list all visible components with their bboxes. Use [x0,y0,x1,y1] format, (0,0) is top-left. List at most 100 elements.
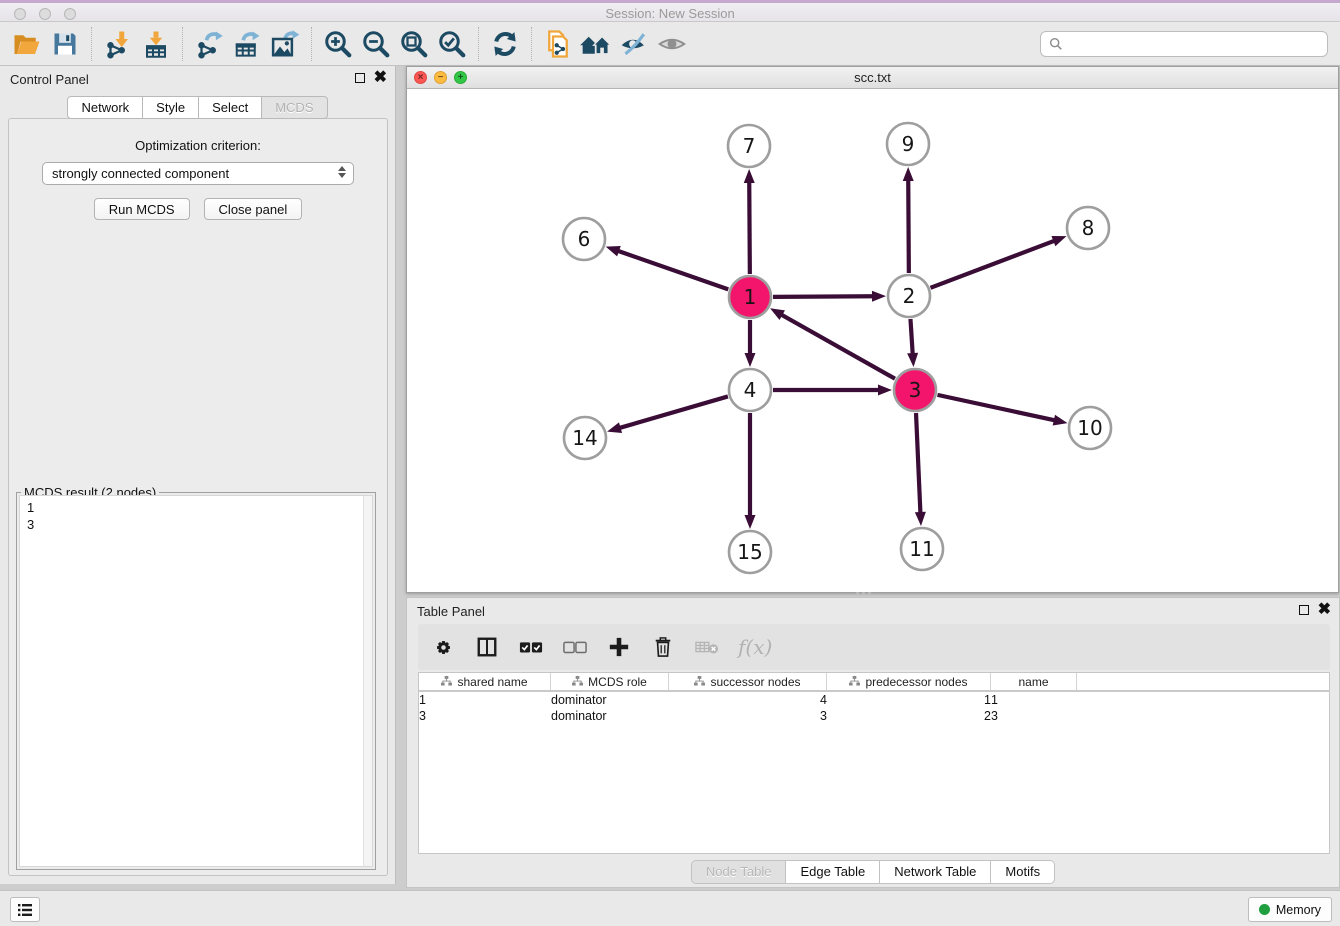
delete-table-icon[interactable] [694,634,720,660]
graph-node-label: 9 [902,132,915,156]
column-settings-icon[interactable] [430,634,456,660]
close-panel-icon[interactable]: ✖ [374,73,387,83]
graph-edge-1-7[interactable] [749,182,750,274]
column-header-shared-name[interactable]: shared name [419,673,551,690]
export-image-icon[interactable] [266,25,304,63]
graph-edge-arrowhead [907,353,918,367]
graph-node-label: 2 [903,284,916,308]
import-network-from-file-icon[interactable] [99,25,137,63]
table-cell: 3 [991,708,1077,724]
table-tab-motifs[interactable]: Motifs [991,860,1055,884]
graph-edge-2-8[interactable] [931,241,1055,288]
deselect-all-columns-icon[interactable] [562,634,588,660]
search-input[interactable] [1063,37,1313,52]
graph-edge-1-6[interactable] [618,251,728,290]
mcds-result-line: 1 [27,499,365,516]
graph-edge-2-3[interactable] [910,319,912,354]
close-table-panel-icon[interactable]: ✖ [1318,605,1331,615]
first-neighbors-icon[interactable] [577,25,615,63]
optimization-criterion-select[interactable]: strongly connected component [42,162,354,185]
memory-status-icon [1259,904,1270,915]
graph-edge-3-10[interactable] [937,395,1054,420]
graph-edge-4-14[interactable] [620,396,728,428]
mcds-result-lines: 13 [20,496,372,536]
table-cell: 1 [991,692,1077,708]
float-panel-icon[interactable] [355,73,365,83]
function-builder-icon[interactable]: f(x) [738,634,772,660]
splitpane-divider-handle[interactable] [852,591,874,596]
graph-edge-arrowhead [872,291,886,302]
control-panel-tabs: NetworkStyleSelectMCDS [0,96,395,119]
mcds-result-group: MCDS result (2 nodes) 13 [16,492,376,870]
graph-edge-arrowhead [607,422,622,433]
column-header-predecessor-nodes[interactable]: predecessor nodes [827,673,991,690]
save-session-icon[interactable] [46,25,84,63]
graph-edge-arrowhead [1051,236,1066,246]
open-session-icon[interactable] [8,25,46,63]
search-field[interactable] [1040,31,1328,57]
column-chooser-icon[interactable] [474,634,500,660]
graph-edge-2-9[interactable] [908,180,909,273]
graph-edge-arrowhead [915,512,926,526]
delete-column-icon[interactable] [650,634,676,660]
network-window-title: scc.txt [407,70,1338,85]
table-row[interactable]: 1dominator411 [419,692,1329,708]
table-tab-network-table[interactable]: Network Table [880,860,991,884]
column-header-MCDS-role[interactable]: MCDS role [551,673,669,690]
graph-edge-3-1[interactable] [781,315,895,379]
graph-node-label: 10 [1077,416,1102,440]
network-window-titlebar[interactable]: × − + scc.txt [407,67,1338,89]
export-table-icon[interactable] [228,25,266,63]
control-tab-mcds[interactable]: MCDS [262,96,327,119]
network-graph[interactable]: 7968124314101511 [407,89,1338,592]
run-mcds-button[interactable]: Run MCDS [94,198,190,220]
column-header-successor-nodes[interactable]: successor nodes [669,673,827,690]
control-tab-style[interactable]: Style [143,96,199,119]
graph-edge-arrowhead [744,169,755,183]
node-table[interactable]: shared nameMCDS rolesuccessor nodesprede… [418,672,1330,854]
memory-button[interactable]: Memory [1248,897,1332,922]
result-scrollbar[interactable] [363,496,372,866]
control-panel-title: Control Panel [10,72,89,87]
toolbar-separator [311,27,312,61]
column-header-name[interactable]: name [991,673,1077,690]
graph-edge-arrowhead [770,308,785,320]
close-panel-button[interactable]: Close panel [204,198,303,220]
task-history-button[interactable] [10,897,40,922]
control-tab-select[interactable]: Select [199,96,262,119]
mcds-panel: Optimization criterion: strongly connect… [8,118,388,876]
list-icon [17,903,33,917]
optimization-criterion-label: Optimization criterion: [9,138,387,153]
graph-node-label: 11 [909,537,934,561]
main-toolbar [0,22,1340,66]
graph-edge-3-11[interactable] [916,413,920,513]
session-title: Session: New Session [0,6,1340,21]
graph-edge-arrowhead [1053,415,1068,426]
import-table-from-file-icon[interactable] [137,25,175,63]
zoom-in-icon[interactable] [319,25,357,63]
hide-selected-icon[interactable] [615,25,653,63]
export-network-icon[interactable] [190,25,228,63]
table-tab-node-table[interactable]: Node Table [691,860,787,884]
table-row[interactable]: 3dominator323 [419,708,1329,724]
add-column-icon[interactable] [606,634,632,660]
new-network-from-selection-icon[interactable] [539,25,577,63]
zoom-out-icon[interactable] [357,25,395,63]
apply-preferred-layout-icon[interactable] [486,25,524,63]
table-cell: 3 [419,708,551,724]
show-hidden-icon[interactable] [653,25,691,63]
table-cell: 4 [669,692,827,708]
mcds-result-textarea[interactable]: 13 [19,495,373,867]
float-table-panel-icon[interactable] [1299,605,1309,615]
select-all-columns-icon[interactable] [518,634,544,660]
network-canvas[interactable]: 7968124314101511 [407,89,1338,592]
graph-node-label: 3 [909,378,922,402]
zoom-selected-region-icon[interactable] [433,25,471,63]
control-tab-network[interactable]: Network [67,96,143,119]
table-cell: dominator [551,708,669,724]
graph-edge-arrowhead [606,246,621,256]
network-view-window: × − + scc.txt 7968124314101511 [406,66,1339,593]
table-tab-edge-table[interactable]: Edge Table [786,860,880,884]
graph-edge-1-2[interactable] [773,296,873,297]
zoom-fit-content-icon[interactable] [395,25,433,63]
